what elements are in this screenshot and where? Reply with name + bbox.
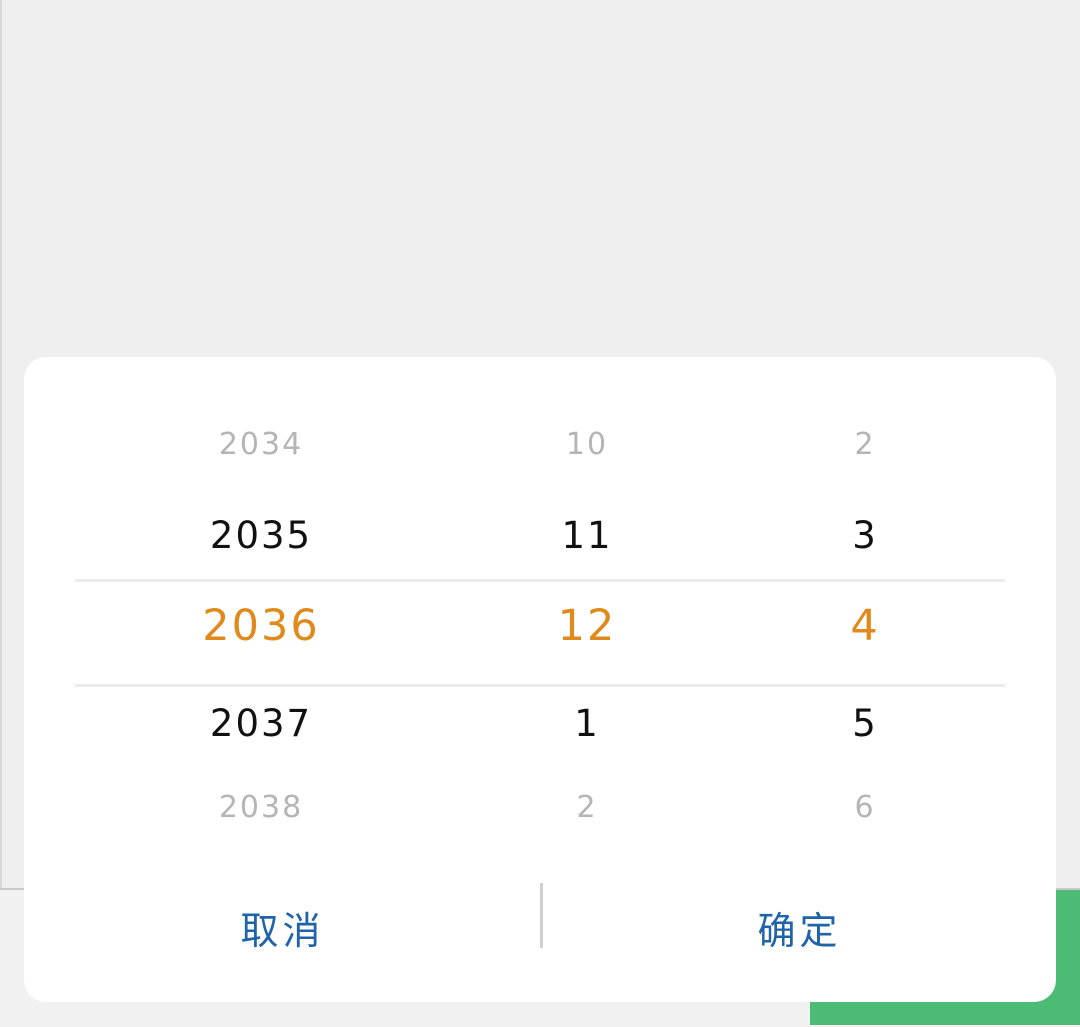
day-option[interactable]: 2 <box>754 430 976 460</box>
month-selected[interactable]: 12 <box>424 605 750 648</box>
year-wheel[interactable]: 2034 2035 2036 2037 2038 <box>104 357 418 857</box>
confirm-button[interactable]: 确定 <box>543 877 1056 977</box>
month-option[interactable]: 11 <box>424 517 750 554</box>
year-option[interactable]: 2035 <box>104 517 418 554</box>
year-option[interactable]: 2038 <box>104 793 418 823</box>
year-option[interactable]: 2034 <box>104 430 418 460</box>
dialog-actions: 取消 确定 <box>24 877 1056 977</box>
cancel-button[interactable]: 取消 <box>24 877 541 977</box>
day-option[interactable]: 3 <box>754 517 976 554</box>
left-edge <box>0 0 2 890</box>
day-selected[interactable]: 4 <box>754 605 976 648</box>
day-option[interactable]: 5 <box>754 705 976 742</box>
month-option[interactable]: 1 <box>424 705 750 742</box>
month-option[interactable]: 2 <box>424 793 750 823</box>
year-selected[interactable]: 2036 <box>104 605 418 648</box>
month-option[interactable]: 10 <box>424 430 750 460</box>
year-option[interactable]: 2037 <box>104 705 418 742</box>
month-wheel[interactable]: 10 11 12 1 2 <box>424 357 750 857</box>
date-picker-wheels[interactable]: 2034 2035 2036 2037 2038 10 11 12 1 2 2 … <box>24 357 1056 857</box>
day-wheel[interactable]: 2 3 4 5 6 <box>754 357 976 857</box>
date-picker-dialog: 2034 2035 2036 2037 2038 10 11 12 1 2 2 … <box>24 357 1056 1002</box>
day-option[interactable]: 6 <box>754 793 976 823</box>
